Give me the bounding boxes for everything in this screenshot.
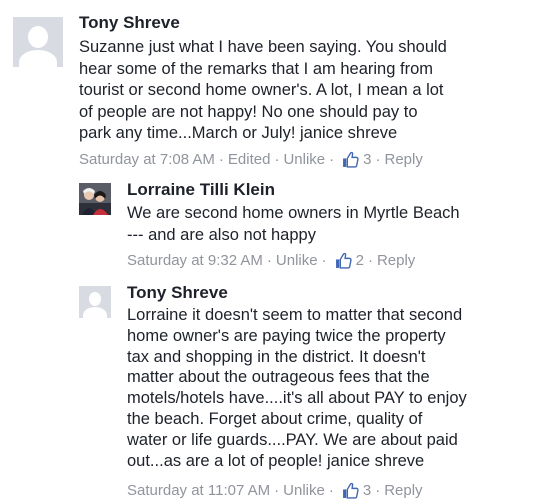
reply-button[interactable]: Reply [384, 482, 422, 499]
avatar-photo[interactable] [79, 183, 111, 215]
separator-dot: · [329, 150, 335, 168]
person-body-shape [19, 50, 57, 67]
comment-author[interactable]: Lorraine Tilli Klein [127, 180, 275, 200]
reply-button[interactable]: Reply [385, 151, 423, 168]
separator-dot: · [375, 150, 381, 168]
person-silhouette-icon [89, 292, 101, 306]
avatar-default[interactable] [79, 286, 111, 318]
avatar-default[interactable] [13, 17, 63, 67]
person-body-shape [83, 307, 107, 318]
profile-photo-icon [79, 183, 111, 215]
edited-link[interactable]: Edited [228, 151, 271, 168]
comment-author[interactable]: Tony Shreve [79, 13, 180, 33]
separator-dot: · [375, 481, 381, 499]
separator-dot: · [328, 481, 334, 499]
separator-dot: · [274, 150, 280, 168]
comment-timestamp[interactable]: Saturday at 7:08 AM [79, 151, 215, 168]
like-count[interactable]: 3 [363, 151, 371, 168]
comment-text: Suzanne just what I have been saying. Yo… [79, 38, 447, 142]
thumbs-up-icon [342, 482, 359, 499]
comment-text: Lorraine it doesn't seem to matter that … [127, 306, 467, 470]
separator-dot: · [367, 251, 373, 269]
comment-meta: Saturday at 11:07 AM · Unlike · 3 · Repl… [127, 480, 423, 500]
thumbs-up-icon [343, 151, 359, 168]
separator-dot: · [218, 150, 224, 168]
separator-dot: · [274, 481, 280, 499]
reply-button[interactable]: Reply [377, 252, 415, 269]
comment-meta: Saturday at 7:08 AM · Edited · Unlike · … [79, 149, 423, 169]
separator-dot: · [266, 251, 272, 269]
person-silhouette-icon [28, 26, 48, 48]
comment-meta: Saturday at 9:32 AM · Unlike · 2 · Reply [127, 250, 415, 270]
thumbs-up-icon [335, 252, 352, 269]
comment-timestamp[interactable]: Saturday at 11:07 AM [127, 482, 270, 499]
comment-text: We are second home owners in Myrtle Beac… [127, 204, 460, 244]
unlike-button[interactable]: Unlike [283, 151, 325, 168]
unlike-button[interactable]: Unlike [283, 482, 325, 499]
like-count[interactable]: 2 [356, 252, 364, 269]
comment-timestamp[interactable]: Saturday at 9:32 AM [127, 252, 263, 269]
comment-author[interactable]: Tony Shreve [127, 283, 228, 303]
separator-dot: · [321, 251, 327, 269]
unlike-button[interactable]: Unlike [276, 252, 318, 269]
like-count[interactable]: 3 [363, 482, 371, 499]
